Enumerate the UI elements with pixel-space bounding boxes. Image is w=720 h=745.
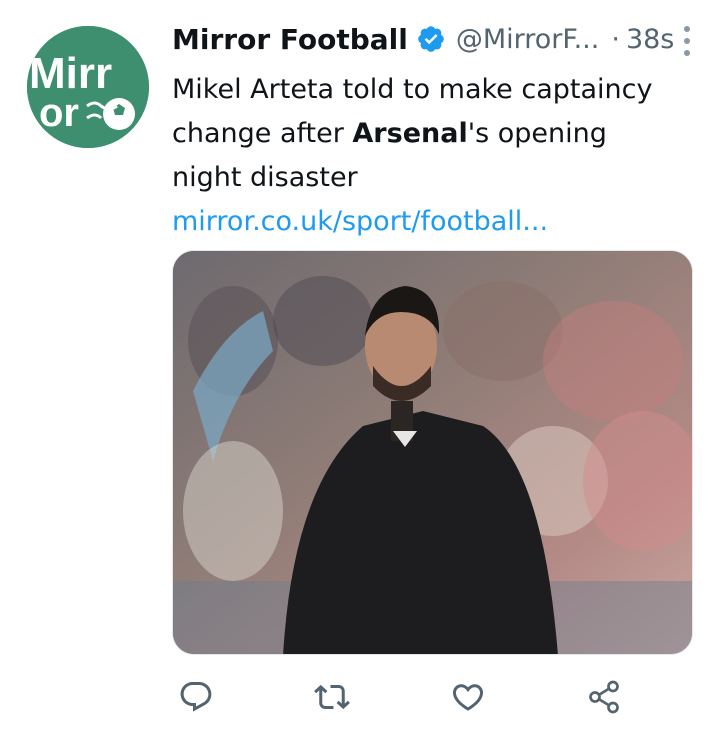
avatar[interactable]: Mirr or xyxy=(27,26,149,148)
reply-icon[interactable] xyxy=(174,675,218,719)
retweet-icon[interactable] xyxy=(310,675,354,719)
tweet[interactable]: Mirr or Mirror Football @MirrorF... · 38… xyxy=(0,0,720,745)
display-name[interactable]: Mirror Football xyxy=(172,23,408,56)
tweet-content: Mirror Football @MirrorF... · 38s Mikel … xyxy=(172,18,702,244)
avatar-text-bottom: or xyxy=(39,91,79,135)
verified-badge-icon xyxy=(416,24,446,54)
share-icon[interactable] xyxy=(582,675,626,719)
media-photo xyxy=(173,251,692,654)
tweet-header: Mirror Football @MirrorF... · 38s xyxy=(172,18,702,60)
more-options-icon[interactable] xyxy=(682,26,692,56)
mirror-logo: Mirr or xyxy=(27,26,149,148)
like-icon[interactable] xyxy=(446,675,490,719)
timestamp[interactable]: 38s xyxy=(626,24,674,55)
tweet-media-image[interactable] xyxy=(172,250,693,655)
handle[interactable]: @MirrorF... xyxy=(456,24,600,55)
tweet-actions xyxy=(172,675,652,725)
tweet-text-bold: Arsenal xyxy=(352,118,468,149)
separator-dot: · xyxy=(611,23,620,55)
tweet-link[interactable]: mirror.co.uk/sport/football... xyxy=(172,200,702,244)
tweet-text: Mikel Arteta told to make captaincy chan… xyxy=(172,68,672,200)
